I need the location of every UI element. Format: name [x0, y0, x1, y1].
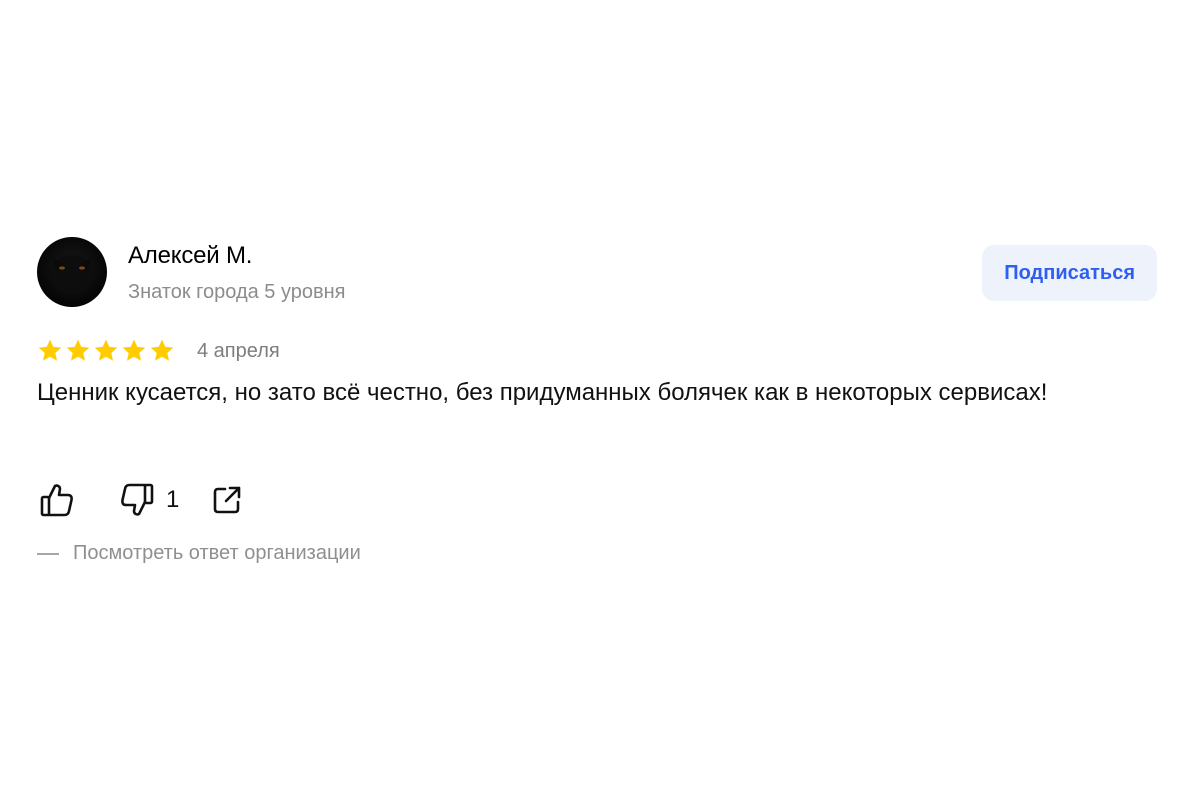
thumbs-up-icon	[40, 482, 74, 518]
author-level: Знаток города 5 уровня	[128, 281, 346, 303]
dislike-button[interactable]: 1	[120, 482, 179, 518]
star-icon	[94, 339, 118, 361]
subscribe-button[interactable]: Подписаться	[982, 245, 1157, 301]
star-icon	[38, 339, 62, 361]
dash-divider	[37, 552, 59, 555]
review-meta: 4 апреля	[37, 338, 280, 364]
star-icon	[122, 339, 146, 361]
dislike-count: 1	[166, 486, 180, 513]
review-text: Ценник кусается, но зато всё честно, без…	[37, 379, 1048, 406]
review-header: Алексей М. Знаток города 5 уровня Подпис…	[37, 237, 1157, 309]
rating-stars	[37, 338, 175, 364]
share-button[interactable]	[211, 484, 243, 516]
review-card: Алексей М. Знаток города 5 уровня Подпис…	[37, 237, 1157, 564]
org-reply-link[interactable]: Посмотреть ответ организации	[37, 542, 361, 565]
like-button[interactable]	[40, 482, 74, 518]
author-name[interactable]: Алексей М.	[128, 242, 252, 270]
review-date: 4 апреля	[197, 339, 280, 362]
star-icon	[150, 339, 174, 361]
star-icon	[66, 339, 90, 361]
avatar-image	[50, 255, 94, 295]
avatar[interactable]	[37, 237, 107, 307]
thumbs-down-icon	[120, 482, 154, 518]
share-icon	[211, 484, 243, 516]
org-reply-label: Посмотреть ответ организации	[73, 542, 361, 564]
review-actions: 1	[37, 480, 243, 520]
